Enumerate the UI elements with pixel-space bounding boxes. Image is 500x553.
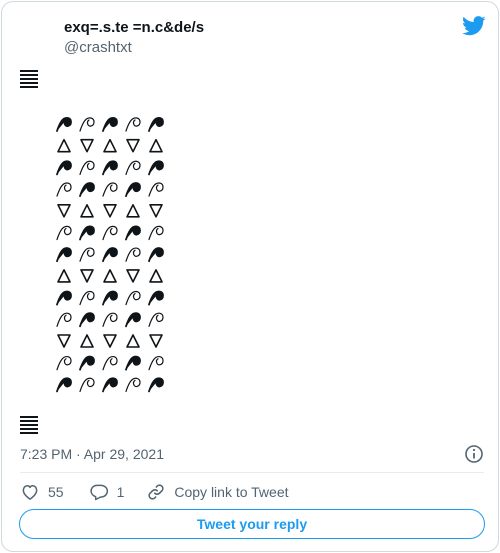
art-glyph: [102, 312, 118, 327]
tweet-card: exq=.s.te =n.c&de/s @crashtxt 7:23 PM · …: [1, 1, 499, 552]
reply-action[interactable]: 1: [89, 482, 125, 502]
art-glyph: [57, 269, 71, 283]
hexagram-glyph-icon: [20, 70, 38, 90]
art-glyph: [56, 247, 72, 263]
art-glyph: [125, 117, 141, 132]
art-glyph: [102, 182, 118, 197]
art-glyph: [79, 377, 95, 392]
divider: [20, 472, 484, 473]
art-glyph: [148, 160, 164, 176]
art-glyph: [79, 225, 95, 241]
art-glyph: [149, 269, 163, 283]
art-glyph: [125, 182, 141, 197]
art-glyph: [126, 138, 140, 153]
art-glyph: [80, 204, 94, 218]
art-glyph: [80, 334, 94, 348]
tweet-header: exq=.s.te =n.c&de/s @crashtxt: [64, 18, 204, 57]
art-glyph: [125, 355, 141, 371]
hexagram-glyph-icon: [20, 416, 38, 436]
art-glyph: [148, 182, 164, 197]
art-glyph: [102, 247, 118, 263]
art-glyph: [148, 356, 164, 371]
art-glyph: [57, 334, 71, 348]
art-glyph: [103, 269, 117, 283]
art-glyph: [56, 290, 72, 306]
art-glyph: [56, 225, 72, 241]
art-glyph: [125, 160, 141, 175]
copy-link-action[interactable]: Copy link to Tweet: [146, 482, 289, 502]
art-glyph: [79, 117, 95, 132]
art-glyph: [57, 138, 71, 153]
twitter-bird-icon[interactable]: [462, 16, 486, 36]
art-glyph: [79, 290, 95, 306]
art-glyph: [126, 204, 140, 218]
art-glyph: [79, 247, 95, 262]
art-glyph: [102, 377, 118, 393]
art-glyph: [148, 290, 164, 306]
art-glyph: [56, 182, 72, 197]
art-glyph: [79, 160, 95, 175]
art-glyph: [56, 160, 72, 176]
action-bar: 55 1 Copy link to Tweet: [20, 481, 289, 503]
link-icon: [148, 484, 164, 500]
art-glyph: [148, 225, 164, 241]
info-icon[interactable]: [464, 444, 484, 464]
art-glyph: [148, 117, 164, 132]
art-glyph: [148, 377, 164, 393]
display-name[interactable]: exq=.s.te =n.c&de/s: [64, 18, 204, 37]
art-glyph: [56, 356, 72, 371]
art-glyph: [125, 225, 141, 241]
art-glyph: [148, 312, 164, 327]
art-glyph: [125, 290, 141, 306]
user-handle[interactable]: @crashtxt: [64, 38, 204, 57]
copy-link-label: Copy link to Tweet: [174, 484, 289, 500]
art-glyph: [56, 117, 72, 132]
art-glyph: [56, 377, 72, 393]
art-glyph: [126, 334, 140, 348]
art-glyph: [149, 204, 163, 218]
art-glyph: [79, 182, 95, 197]
tweet-timestamp[interactable]: 7:23 PM · Apr 29, 2021: [20, 446, 164, 462]
reply-bubble-icon: [89, 484, 108, 501]
art-glyph: [149, 334, 163, 348]
art-glyph: [57, 204, 71, 218]
art-glyph: [125, 312, 141, 328]
like-count: 55: [48, 484, 64, 500]
like-action[interactable]: 55: [20, 482, 64, 502]
art-glyph: [102, 117, 118, 132]
art-glyph: [79, 312, 95, 328]
art-glyph: [102, 225, 118, 241]
art-glyph: [80, 269, 94, 283]
art-glyph: [102, 290, 118, 306]
art-glyph: [126, 269, 140, 283]
art-glyph: [56, 312, 72, 327]
art-glyph: [102, 356, 118, 371]
reply-count: 1: [116, 484, 125, 500]
art-glyph: [80, 138, 94, 153]
art-glyph: [79, 355, 95, 371]
art-glyph: [103, 334, 117, 348]
art-glyph: [103, 204, 117, 218]
art-glyph: [102, 160, 118, 176]
art-glyph: [148, 247, 164, 263]
tweet-your-reply-button[interactable]: Tweet your reply: [19, 509, 485, 539]
triangle-pattern-art: [56, 117, 164, 393]
art-glyph: [149, 138, 163, 153]
art-glyph: [125, 247, 141, 262]
art-glyph: [103, 138, 117, 153]
art-glyph: [125, 377, 141, 392]
heart-icon: [22, 485, 38, 500]
